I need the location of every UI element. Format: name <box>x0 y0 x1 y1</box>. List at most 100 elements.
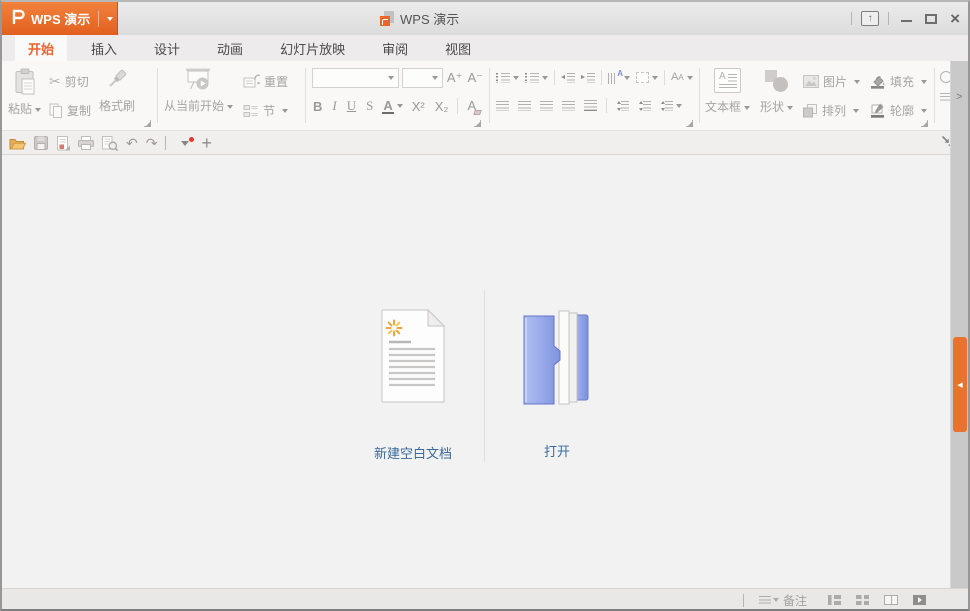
subscript-button[interactable]: X₂ <box>434 99 450 114</box>
shrink-font-button[interactable]: A⁻ <box>466 70 484 86</box>
tab-home[interactable]: 开始 <box>15 35 67 61</box>
placeholder-button[interactable] <box>636 72 658 83</box>
new-tab-button[interactable]: + <box>201 135 212 151</box>
from-current-dropdown-icon <box>227 105 233 109</box>
format-painter-button[interactable]: 格式刷 <box>99 61 135 131</box>
collapse-left-icon: ◀ <box>957 381 962 389</box>
reset-label: 重置 <box>264 73 288 90</box>
restore-up-button[interactable]: ↑ <box>861 11 879 26</box>
from-current-slide-button[interactable]: 从当前开始 <box>164 61 233 131</box>
clipboard-dialog-launcher-icon[interactable] <box>144 120 151 127</box>
new-document-icon <box>377 308 449 404</box>
strikethrough-button[interactable]: S <box>365 98 374 114</box>
cut-button[interactable]: ✂ 剪切 <box>49 68 91 95</box>
clear-format-button[interactable]: A <box>466 97 477 115</box>
font-name-combo[interactable] <box>312 68 399 88</box>
text-indent-button[interactable] <box>660 101 682 111</box>
text-indent-icon <box>660 101 673 111</box>
print-button[interactable] <box>78 136 94 150</box>
underline-button[interactable]: U <box>346 98 357 114</box>
distribute-icon[interactable] <box>584 100 597 111</box>
font-row-1: A⁺ A⁻ <box>312 68 484 88</box>
notes-button[interactable]: 备注 <box>759 592 807 609</box>
bullets-button[interactable] <box>496 73 519 83</box>
controls-divider <box>888 12 889 25</box>
minimize-button[interactable] <box>898 11 914 26</box>
open-document-button[interactable]: 打开 <box>492 306 622 460</box>
section-button[interactable]: 节 <box>243 97 288 124</box>
align-center-icon[interactable] <box>518 101 531 111</box>
tab-review[interactable]: 审阅 <box>369 35 421 61</box>
task-pane-side-tab[interactable]: ◀ <box>953 337 967 432</box>
tab-view[interactable]: 视图 <box>432 35 484 61</box>
save-icon <box>34 136 48 150</box>
new-blank-document-label: 新建空白文档 <box>348 443 478 462</box>
tab-slideshow[interactable]: 幻灯片放映 <box>267 35 358 61</box>
open-file-button[interactable] <box>9 137 26 150</box>
reading-view-button[interactable] <box>884 595 898 605</box>
right-edge-strip: > ◀ <box>950 61 968 588</box>
undo-button[interactable]: ↶ <box>126 136 138 150</box>
font-row-2: B I U S A X² X₂ A <box>312 97 484 115</box>
bold-button[interactable]: B <box>312 99 323 114</box>
close-button[interactable]: × <box>948 11 962 26</box>
font-color-dropdown-icon <box>397 104 403 108</box>
picture-label: 图片 <box>823 73 847 90</box>
drawing-dialog-launcher-icon[interactable] <box>921 120 928 127</box>
increase-indent-icon[interactable] <box>581 73 595 83</box>
new-blank-document-button[interactable]: 新建空白文档 <box>348 308 478 462</box>
line-spacing-icon[interactable] <box>616 101 629 111</box>
reset-section-column: 重置 节 <box>243 61 288 131</box>
align-right-icon[interactable] <box>540 101 553 111</box>
fill-button[interactable]: 填充 <box>870 68 927 95</box>
save-button[interactable] <box>34 136 48 150</box>
textbox-button[interactable]: A 文本框 <box>705 61 750 131</box>
ribbon-expand-button[interactable]: > <box>956 91 962 103</box>
paragraph-spacing-icon[interactable] <box>638 101 651 111</box>
group-divider <box>699 68 700 123</box>
numbering-button[interactable] <box>525 73 548 83</box>
italic-button[interactable]: I <box>331 98 337 114</box>
paragraph-row-2 <box>496 98 696 113</box>
slide-sorter-view-button[interactable] <box>856 595 869 605</box>
paragraph-dialog-launcher-icon[interactable] <box>686 120 693 127</box>
quick-access-toolbar: ↶ ↷ + <box>2 132 968 155</box>
font-group-divider <box>457 98 458 114</box>
shapes-button[interactable]: 形状 <box>760 61 793 131</box>
app-menu-divider <box>98 11 99 27</box>
redo-button[interactable]: ↷ <box>146 136 158 150</box>
section-icon <box>243 104 259 118</box>
copy-button[interactable]: 复制 <box>49 97 91 124</box>
superscript-button[interactable]: X² <box>411 99 426 114</box>
reset-button[interactable]: 重置 <box>243 68 288 95</box>
decrease-indent-icon[interactable] <box>561 73 575 83</box>
customize-quickbar-button[interactable] <box>174 139 193 148</box>
outline-button[interactable]: 轮廓 <box>870 97 927 124</box>
bullets-dropdown-icon <box>513 76 519 80</box>
font-color-button[interactable]: A <box>382 99 402 114</box>
text-direction-button[interactable]: A <box>608 72 630 84</box>
picture-button[interactable]: 图片 <box>803 68 860 95</box>
grow-font-button[interactable]: A⁺ <box>446 70 464 86</box>
align-left-icon[interactable] <box>496 101 509 111</box>
font-dialog-launcher-icon[interactable] <box>474 120 481 127</box>
slideshow-view-button[interactable] <box>913 595 926 605</box>
tab-animation[interactable]: 动画 <box>204 35 256 61</box>
slide-sorter-icon <box>856 595 869 605</box>
print-preview-button[interactable] <box>102 136 118 151</box>
tab-design[interactable]: 设计 <box>141 35 193 61</box>
window-controls: ↑ × <box>851 2 962 35</box>
arrange-button[interactable]: 排列 <box>803 97 860 124</box>
justify-icon[interactable] <box>562 101 575 111</box>
export-pdf-button[interactable] <box>56 136 70 151</box>
wps-app-menu-button[interactable]: WPS 演示 <box>2 2 118 35</box>
char-spacing-button[interactable]: AA <box>671 72 693 83</box>
font-size-combo[interactable] <box>402 68 443 88</box>
paste-button[interactable]: 粘贴 <box>8 61 41 131</box>
tab-insert[interactable]: 插入 <box>78 35 130 61</box>
normal-view-button[interactable] <box>828 595 841 605</box>
maximize-button[interactable] <box>923 11 939 26</box>
ribbon-tab-bar: 开始 插入 设计 动画 幻灯片放映 审阅 视图 <box>2 35 968 61</box>
outline-label: 轮廓 <box>890 102 914 119</box>
paragraph-divider <box>664 70 665 85</box>
